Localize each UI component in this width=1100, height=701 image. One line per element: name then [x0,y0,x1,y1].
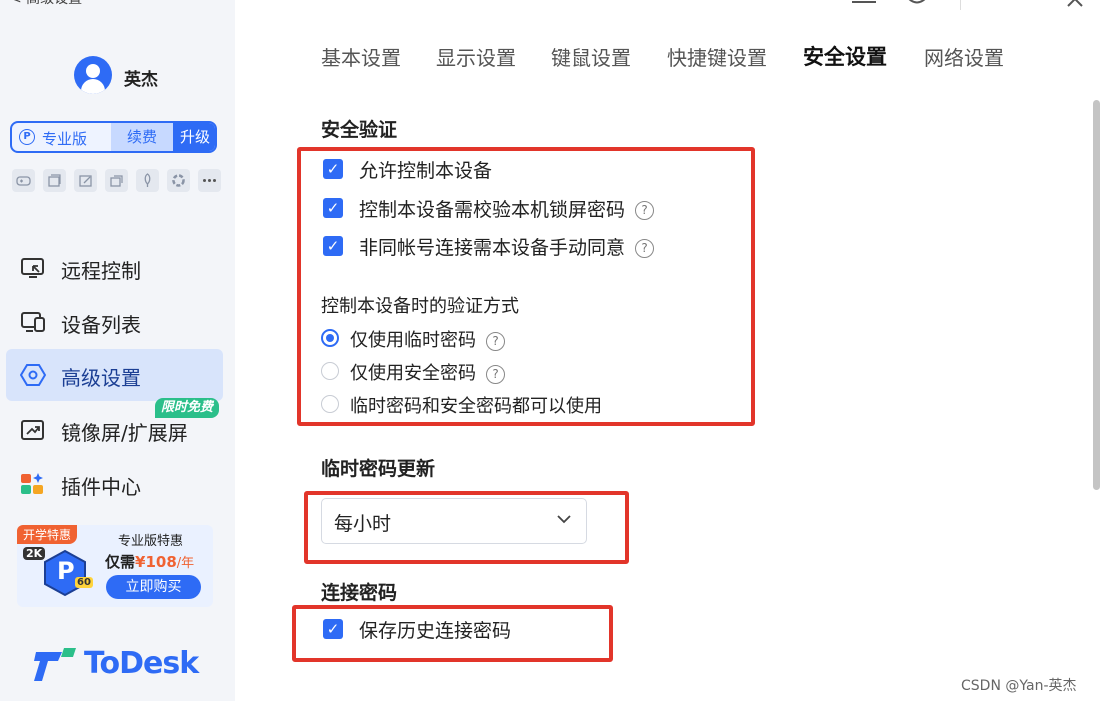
sidebar-item-label: 插件中心 [61,475,141,499]
tab-security[interactable]: 安全设置 [803,41,887,71]
plan-box: P 专业版 续费 升级 [10,121,217,153]
back-link[interactable]: < 高级设置 [10,0,82,8]
check-label-text: 控制本设备需校验本机锁屏密码 [359,199,626,221]
remote-control-icon [20,256,46,280]
sidebar-item-remote-control[interactable]: 远程控制 [6,242,223,294]
radio-selected[interactable] [321,329,339,347]
avatar-body-shape [81,79,105,94]
window-icon[interactable] [43,169,66,192]
help-icon[interactable]: ? [486,364,505,384]
connection-password-title: 连接密码 [321,582,398,604]
watermark: CSDN @Yan-英杰 [961,678,1077,694]
sidebar-item-label: 高级设置 [61,366,141,390]
checkbox-checked[interactable]: ✓ [323,159,343,179]
plan-name: 专业版 [42,130,88,148]
temp-password-title: 临时密码更新 [321,458,436,480]
help-icon[interactable]: ? [635,201,655,220]
check-label: 保存历史连接密码 [359,620,512,642]
price-suffix: /年 [176,556,195,571]
tab-shortcuts[interactable]: 快捷键设置 [667,42,767,71]
scrollbar[interactable] [1093,100,1100,490]
update-frequency-select[interactable]: 每小时 [321,498,587,544]
sidebar-item-device-list[interactable]: 设备列表 [6,296,223,348]
radio-label-text: 仅使用安全密码 [350,363,476,384]
radio-label-text: 仅使用临时密码 [350,330,476,351]
renew-button[interactable]: 续费 [111,123,173,151]
promo-tag: 开学特惠 [17,525,78,544]
close-icon[interactable] [1066,0,1086,13]
tab-display[interactable]: 显示设置 [436,42,516,71]
sidebar-item-advanced-settings[interactable]: 高级设置 [6,349,223,401]
radio-label: 仅使用临时密码? [350,326,505,352]
checkbox-checked[interactable]: ✓ [323,619,343,639]
sidebar: < 高级设置 英杰 P 专业版 续费 升级 [0,0,235,701]
divider [960,0,961,10]
ring-icon[interactable] [167,169,190,192]
radio-label: 临时密码和安全密码都可以使用 [350,396,602,417]
todesk-logo-icon [34,648,76,681]
sidebar-item-label: 远程控制 [61,259,141,283]
price-value: ¥108 [135,553,177,571]
60fps-badge: 60 [75,577,93,588]
more-icon[interactable] [198,169,221,192]
check-label: 允许控制本设备 [359,160,493,182]
promo-title: 专业版特惠 [118,534,184,549]
mirror-screen-icon [20,418,46,442]
username[interactable]: 英杰 [124,65,158,90]
promo-price: 仅需¥108/年 [105,551,194,572]
sidebar-item-label: 设备列表 [61,313,141,337]
check-label: 非同帐号连接需本设备手动同意? [359,233,655,260]
radio-label: 仅使用安全密码? [350,359,505,385]
advanced-settings-icon [19,363,47,387]
pro-plan-icon: P [19,129,35,145]
security-section-title: 安全验证 [321,119,398,141]
avatar[interactable] [74,56,112,94]
help-icon[interactable]: ? [486,331,505,351]
copy-icon[interactable] [105,169,128,192]
menu-icon[interactable] [852,0,876,15]
check-label-text: 非同帐号连接需本设备手动同意 [359,237,626,259]
avatar-head-shape [86,64,100,78]
sidebar-item-label: 镜像屏/扩展屏 [61,421,188,445]
check-label: 控制本设备需校验本机锁屏密码? [359,195,655,222]
help-icon[interactable]: ? [635,239,655,258]
verify-method-title: 控制本设备时的验证方式 [321,296,519,317]
gamepad-icon[interactable] [12,169,35,192]
2k-badge: 2K [23,547,46,560]
buy-now-button[interactable]: 立即购买 [106,575,201,599]
rocket-icon[interactable] [136,169,159,192]
promo-banner[interactable]: 开学特惠 P 2K 60 专业版特惠 仅需¥108/年 立即购买 [17,525,213,607]
price-prefix: 仅需 [105,553,136,571]
sidebar-item-plugin-center[interactable]: 插件中心 [6,458,223,510]
limited-free-badge: 限时免费 [155,398,220,418]
bell-icon[interactable] [906,0,928,13]
tab-network[interactable]: 网络设置 [924,42,1004,71]
select-value: 每小时 [334,513,392,535]
upgrade-button[interactable]: 升级 [173,123,215,151]
tab-keyboard-mouse[interactable]: 键鼠设置 [551,42,631,71]
tab-basic[interactable]: 基本设置 [321,42,401,71]
mascot-letter: P [57,557,75,585]
radio-unselected[interactable] [321,395,339,413]
radio-unselected[interactable] [321,362,339,380]
logo-text: ToDesk [84,646,199,681]
edit-icon[interactable] [74,169,97,192]
device-list-icon [20,310,46,334]
checkbox-checked[interactable]: ✓ [323,198,343,218]
chevron-down-icon [557,515,571,524]
checkbox-checked[interactable]: ✓ [323,236,343,256]
plugin-center-icon [20,472,46,496]
